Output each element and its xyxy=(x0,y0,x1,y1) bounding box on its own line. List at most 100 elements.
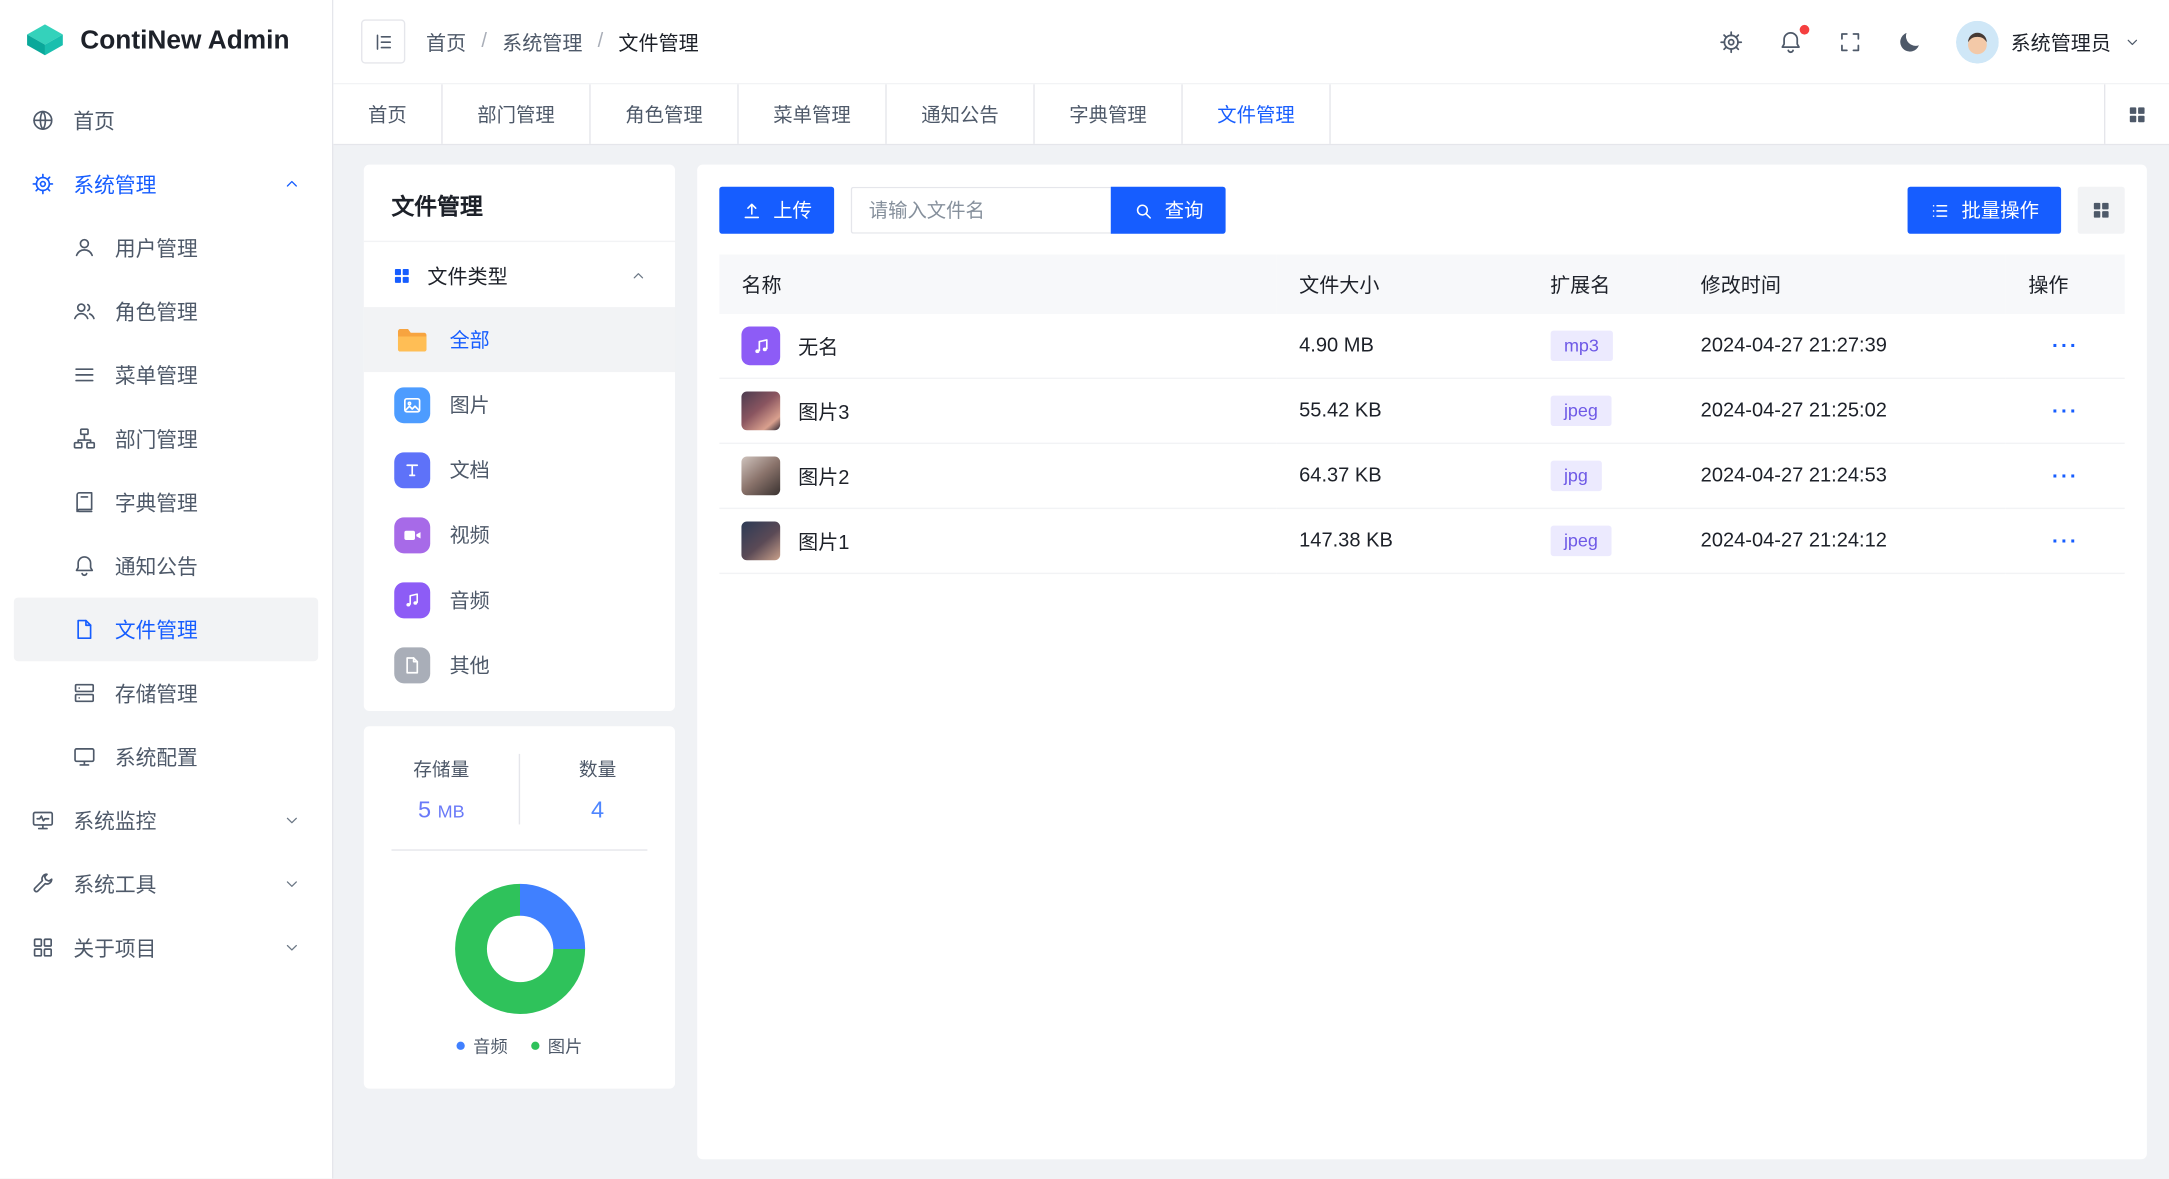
sidebar-item-label: 部门管理 xyxy=(115,424,198,453)
video-icon xyxy=(394,517,430,553)
file-size-cell: 55.42 KB xyxy=(1277,378,1528,443)
sidebar-item-system-monitor[interactable]: 系统监控 xyxy=(14,788,318,852)
sidebar-item-system-config[interactable]: 系统配置 xyxy=(14,725,318,789)
sidebar-item-file-mgmt[interactable]: 文件管理 xyxy=(14,598,318,662)
dark-mode-button[interactable] xyxy=(1896,28,1924,56)
fullscreen-button[interactable] xyxy=(1836,28,1864,56)
text-icon xyxy=(394,452,430,488)
col-name: 名称 xyxy=(719,255,1277,314)
grid-icon xyxy=(30,935,55,960)
tab-dept-mgmt[interactable]: 部门管理 xyxy=(443,84,591,143)
chevron-up-icon xyxy=(282,174,301,193)
user-name: 系统管理员 xyxy=(2011,27,2111,56)
collapse-sidebar-button[interactable] xyxy=(361,19,405,63)
type-item-image[interactable]: 图片 xyxy=(364,372,675,437)
tab-actions-button[interactable] xyxy=(2104,84,2169,143)
storage-donut xyxy=(454,884,584,1014)
tab-file-mgmt[interactable]: 文件管理 xyxy=(1183,84,1331,143)
breadcrumb-system-mgmt[interactable]: 系统管理 xyxy=(502,27,582,56)
ext-tag: jpg xyxy=(1550,461,1602,491)
ext-tag: mp3 xyxy=(1550,331,1613,361)
chevron-down-icon xyxy=(282,938,301,957)
table-row[interactable]: 图片1 147.38 KB jpeg 2024-04-27 21:24:12 ·… xyxy=(719,508,2124,573)
sidebar-item-about[interactable]: 关于项目 xyxy=(14,916,318,980)
monitor-icon xyxy=(72,744,97,769)
row-actions-button[interactable]: ··· xyxy=(2052,529,2079,553)
grid-icon xyxy=(2126,103,2148,125)
file-time-cell: 2024-04-27 21:24:12 xyxy=(1679,508,2007,573)
toolbar: 上传 查询 xyxy=(719,187,2124,234)
file-name: 无名 xyxy=(798,331,838,360)
file-icon xyxy=(394,647,430,683)
sidebar-item-dept-mgmt[interactable]: 部门管理 xyxy=(14,407,318,471)
file-size-cell: 147.38 KB xyxy=(1277,508,1528,573)
search-icon xyxy=(1133,200,1154,221)
sidebar-item-label: 首页 xyxy=(73,106,115,135)
app-logo[interactable]: ContiNew Admin xyxy=(0,0,332,83)
table-row[interactable]: 无名 4.90 MB mp3 2024-04-27 21:27:39 ··· xyxy=(719,314,2124,378)
storage-chart: 音频 图片 xyxy=(364,851,675,1058)
sidebar-item-menu-mgmt[interactable]: 菜单管理 xyxy=(14,343,318,407)
search-group: 查询 xyxy=(851,187,1226,234)
tab-notice[interactable]: 通知公告 xyxy=(887,84,1035,143)
col-time: 修改时间 xyxy=(1679,255,2007,314)
sidebar-item-notice[interactable]: 通知公告 xyxy=(14,534,318,598)
monitor-pulse-icon xyxy=(30,808,55,833)
logo-icon xyxy=(24,20,67,63)
globe-icon xyxy=(30,108,55,133)
settings-button[interactable] xyxy=(1717,28,1745,56)
book-icon xyxy=(72,490,97,515)
type-item-video[interactable]: 视频 xyxy=(364,502,675,567)
checklist-icon xyxy=(1930,200,1951,221)
sidebar-item-label: 系统配置 xyxy=(115,742,198,771)
tab-dict-mgmt[interactable]: 字典管理 xyxy=(1035,84,1183,143)
menu-fold-icon xyxy=(371,30,395,54)
sidebar-item-system-tools[interactable]: 系统工具 xyxy=(14,852,318,916)
breadcrumb-home[interactable]: 首页 xyxy=(426,27,466,56)
row-actions-button[interactable]: ··· xyxy=(2052,399,2079,423)
sidebar-item-system-mgmt[interactable]: 系统管理 xyxy=(14,152,318,216)
storage-value: 5 xyxy=(418,797,431,823)
table-row[interactable]: 图片2 64.37 KB jpg 2024-04-27 21:24:53 ··· xyxy=(719,443,2124,508)
sidebar-item-storage-mgmt[interactable]: 存储管理 xyxy=(14,661,318,725)
fullscreen-icon xyxy=(1837,28,1863,54)
row-actions-button[interactable]: ··· xyxy=(2052,334,2079,358)
person-icon xyxy=(72,235,97,260)
tab-menu-mgmt[interactable]: 菜单管理 xyxy=(739,84,887,143)
tab-home[interactable]: 首页 xyxy=(333,84,442,143)
sidebar-item-label: 系统工具 xyxy=(73,869,156,898)
sidebar-item-dict-mgmt[interactable]: 字典管理 xyxy=(14,470,318,534)
notifications-button[interactable] xyxy=(1777,28,1805,56)
view-toggle-button[interactable] xyxy=(2078,187,2125,234)
chevron-up-icon xyxy=(629,267,647,285)
table-row[interactable]: 图片3 55.42 KB jpeg 2024-04-27 21:25:02 ··… xyxy=(719,378,2124,443)
tabbar: 首页 部门管理 角色管理 菜单管理 通知公告 字典管理 文件管理 xyxy=(333,84,2169,145)
file-type-panel: 文件管理 文件类型 xyxy=(364,165,675,711)
sidebar-item-role-mgmt[interactable]: 角色管理 xyxy=(14,279,318,343)
query-button[interactable]: 查询 xyxy=(1111,187,1226,234)
bell-icon xyxy=(72,553,97,578)
col-size: 文件大小 xyxy=(1277,255,1528,314)
count-value: 4 xyxy=(520,797,675,825)
sidebar-item-label: 角色管理 xyxy=(115,297,198,326)
storage-icon xyxy=(72,681,97,706)
storage-stats-panel: 存储量 5 MB 数量 4 xyxy=(364,726,675,1088)
sidebar-item-label: 菜单管理 xyxy=(115,360,198,389)
tab-role-mgmt[interactable]: 角色管理 xyxy=(591,84,739,143)
user-menu[interactable]: 系统管理员 xyxy=(1955,20,2141,63)
type-item-other[interactable]: 其他 xyxy=(364,632,675,697)
batch-operations-button[interactable]: 批量操作 xyxy=(1908,187,2062,234)
file-type-group-header[interactable]: 文件类型 xyxy=(364,242,675,307)
sidebar-item-label: 通知公告 xyxy=(115,551,198,580)
type-item-all[interactable]: 全部 xyxy=(364,307,675,372)
sidebar-item-home[interactable]: 首页 xyxy=(14,89,318,153)
upload-button[interactable]: 上传 xyxy=(719,187,834,234)
search-input[interactable] xyxy=(851,187,1111,234)
type-item-document[interactable]: 文档 xyxy=(364,437,675,502)
sidebar-item-user-mgmt[interactable]: 用户管理 xyxy=(14,216,318,280)
type-item-audio[interactable]: 音频 xyxy=(364,567,675,632)
row-actions-button[interactable]: ··· xyxy=(2052,464,2079,488)
main-area: 首页 / 系统管理 / 文件管理 xyxy=(333,0,2169,1179)
file-time-cell: 2024-04-27 21:27:39 xyxy=(1679,314,2007,378)
legend-dot xyxy=(456,1041,464,1049)
